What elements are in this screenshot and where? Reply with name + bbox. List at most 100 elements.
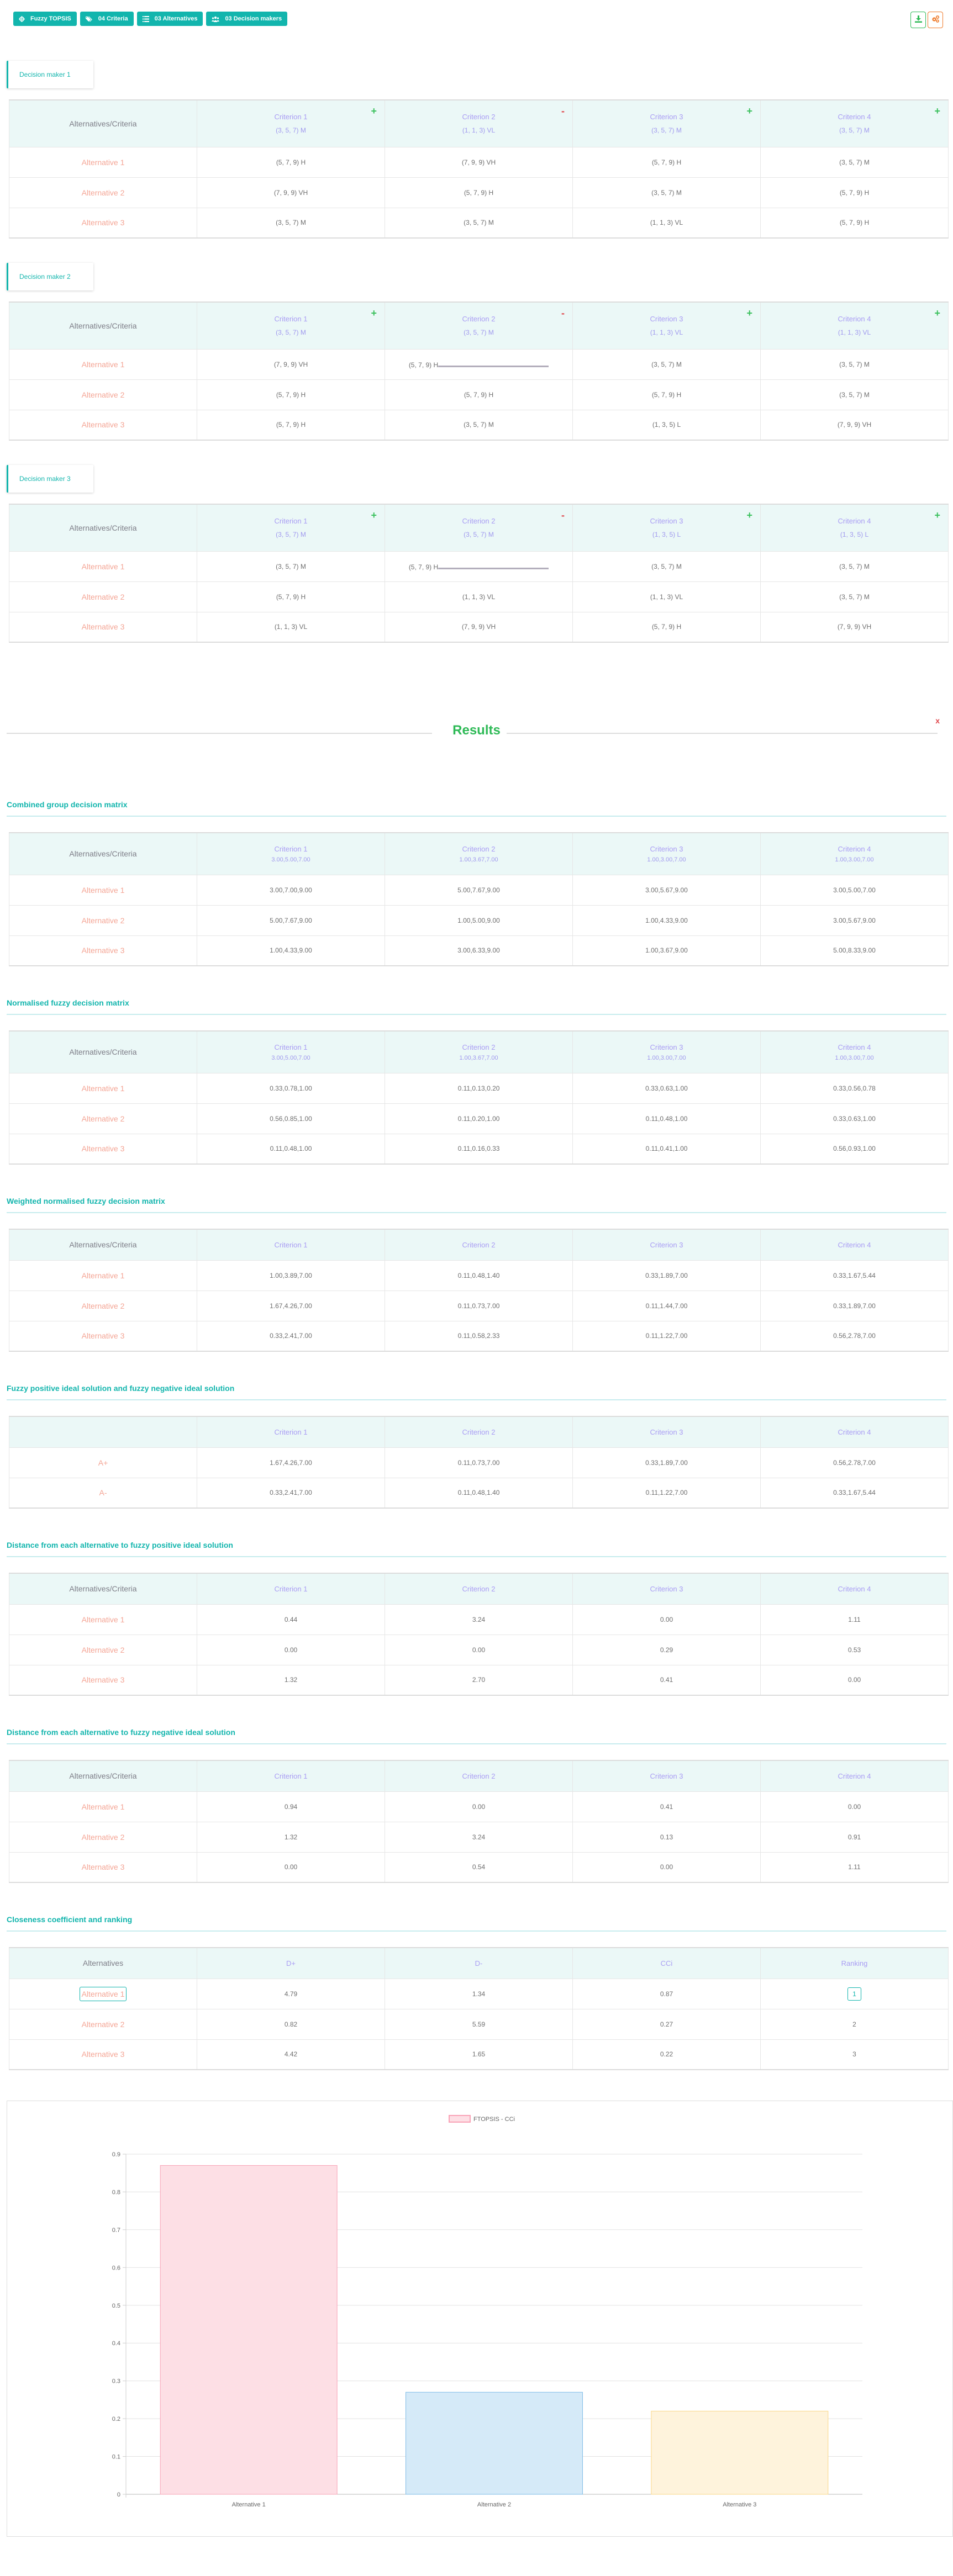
rating-cell[interactable]: (5, 7, 9) H [572,611,761,643]
method-button[interactable]: Fuzzy TOPSIS [13,12,77,26]
criterion-weight[interactable]: (3, 5, 7) M [761,126,947,134]
benefit-plus-icon[interactable]: + [371,510,377,520]
benefit-plus-icon[interactable]: + [746,106,752,116]
benefit-plus-icon[interactable]: + [934,308,940,318]
criteria-button[interactable]: 04 Criteria [80,12,134,26]
rating-cell[interactable]: (5, 7, 9) H [760,177,949,208]
benefit-plus-icon[interactable]: + [746,510,752,520]
rating-cell[interactable]: (7, 9, 9) VH [385,611,573,643]
decision-maker-tab[interactable]: Decision maker 2 [7,263,93,290]
rating-cell[interactable]: (3, 5, 7) M [385,207,573,239]
y-tick-label: 0.3 [112,2378,120,2385]
rating-cell[interactable]: (1, 1, 3) VL [572,581,761,612]
alternative-label: Alternative 3 [9,1852,197,1883]
alternative-label: Alternative 1 [9,551,197,582]
value-cell: 0.94 [197,1791,385,1822]
rating-cell[interactable]: (5, 7, 9) H [385,177,573,208]
rating-cell[interactable]: (3, 5, 7) M [572,348,761,380]
criterion-weight[interactable]: (3, 5, 7) M [386,329,572,336]
rating-cell[interactable]: (3, 5, 7) M [760,348,949,380]
cost-minus-icon[interactable]: - [561,510,565,520]
rating-cell[interactable]: (3, 5, 7) M [760,581,949,612]
rating-cell[interactable]: (5, 7, 9) H [197,581,385,612]
criterion-weight[interactable]: (1, 1, 3) VL [386,126,572,134]
corner-header: Alternatives/Criteria [9,504,197,552]
decision-maker-tab[interactable]: Decision maker 1 [7,61,93,88]
alternatives-button[interactable]: 03 Alternatives [136,12,203,26]
criterion-weight[interactable]: (3, 5, 7) M [198,126,384,134]
rating-cell[interactable]: (1, 1, 3) VL [385,581,573,612]
rating-cell[interactable]: (7, 9, 9) VH [197,348,385,380]
decision-maker-tab[interactable]: Decision maker 3 [7,465,93,493]
rating-cell[interactable]: (3, 5, 7) M [385,409,573,441]
rating-cell[interactable]: (5, 7, 9) H [385,379,573,410]
criterion-weight[interactable]: (3, 5, 7) M [198,329,384,336]
table-row: Alternative 2 (5, 7, 9) H (1, 1, 3) VL (1, … [9,581,949,612]
decision-makers-button[interactable]: 03 Decision makers [206,12,288,26]
criterion-weight[interactable]: (3, 5, 7) M [573,126,760,134]
rating-cell[interactable]: (3, 5, 7) M [760,551,949,582]
criterion-weight[interactable]: (3, 5, 7) M [198,531,384,538]
table-row: Alternative 3 0.00 0.54 0.00 1.11 [9,1852,949,1883]
rating-cell[interactable]: (7, 9, 9) VH [760,409,949,441]
legend-label: FTOPSIS - CCi [473,2116,515,2123]
decision-matrix-dm3: Alternatives/Criteria + Criterion 1 (3, 5,… [9,504,949,643]
rating-cell[interactable]: (5, 7, 9) H [572,379,761,410]
benefit-plus-icon[interactable]: + [746,308,752,318]
rating-cell[interactable]: (3, 5, 7) M [197,207,385,239]
benefit-plus-icon[interactable]: + [371,106,377,116]
value-cell: 0.33,1.89,7.00 [572,1260,761,1291]
value-cell: 0.11,0.48,1.40 [385,1260,573,1291]
rating-cell[interactable]: (5, 7, 9) H [572,146,761,178]
rating-cell[interactable]: (1, 1, 3) VL [197,611,385,643]
rating-cell[interactable]: (5, 7, 9) H [197,379,385,410]
value-cell: 1.34 [385,1978,573,2009]
y-tick-label: 0.9 [112,2151,120,2158]
value-cell: 5.00,7.67,9.00 [385,874,573,906]
criterion-weight[interactable]: (1, 1, 3) VL [573,329,760,336]
criterion-weight[interactable]: (3, 5, 7) M [386,531,572,538]
settings-button[interactable] [928,12,943,28]
rating-cell-focused[interactable]: (5, 7, 9) H [385,551,573,582]
rating-cell-focused[interactable]: (5, 7, 9) H [385,348,573,380]
benefit-plus-icon[interactable]: + [371,308,377,318]
criterion-weight[interactable]: (1, 1, 3) VL [761,329,947,336]
value-cell: 1.65 [385,2039,573,2070]
rating-cell[interactable]: (1, 1, 3) VL [572,207,761,239]
rating-cell[interactable]: (3, 5, 7) M [572,177,761,208]
value-cell: 3.00,6.33,9.00 [385,935,573,966]
rating-cell[interactable]: (7, 9, 9) VH [385,146,573,178]
alternative-label: Alternative 1 [9,1604,197,1635]
value-cell: 1.11 [760,1852,949,1883]
table-row: Alternative 2 1.32 3.24 0.13 0.91 [9,1821,949,1853]
alternative-label: Alternative 1 [9,146,197,178]
value-cell: 0.27 [572,2008,761,2040]
rating-cell[interactable]: (3, 5, 7) M [760,379,949,410]
value-cell: 3.24 [385,1821,573,1853]
criterion-header: Criterion 4 [760,1229,949,1261]
criterion-weight[interactable]: (1, 3, 5) L [573,531,760,538]
download-button[interactable] [910,12,926,28]
rating-cell[interactable]: (5, 7, 9) H [197,146,385,178]
criterion-header: + Criterion 4 (1, 3, 5) L [760,504,949,552]
criterion-weight[interactable]: (1, 3, 5) L [761,531,947,538]
table-row: Alternative 1 (3, 5, 7) M (5, 7, 9) H (3, 5… [9,551,949,582]
rating-cell[interactable]: (5, 7, 9) H [760,207,949,239]
value-cell: 0.00 [760,1791,949,1822]
benefit-plus-icon[interactable]: + [934,510,940,520]
value-cell: 0.33,0.78,1.00 [197,1072,385,1104]
rating-cell[interactable]: (1, 3, 5) L [572,409,761,441]
rating-cell[interactable]: (3, 5, 7) M [572,551,761,582]
rating-cell[interactable]: (3, 5, 7) M [760,146,949,178]
close-results-button[interactable]: x [935,716,940,725]
criterion-header: Criterion 2 [385,1229,573,1261]
rating-cell[interactable]: (3, 5, 7) M [197,551,385,582]
rating-cell[interactable]: (7, 9, 9) VH [197,177,385,208]
section-title: Distance from each alternative to fuzzy … [7,1541,946,1557]
cost-minus-icon[interactable]: - [561,106,565,116]
rating-cell[interactable]: (7, 9, 9) VH [760,611,949,643]
benefit-plus-icon[interactable]: + [934,106,940,116]
criterion-header: Criterion 4 [760,1760,949,1792]
cost-minus-icon[interactable]: - [561,308,565,318]
rating-cell[interactable]: (5, 7, 9) H [197,409,385,441]
